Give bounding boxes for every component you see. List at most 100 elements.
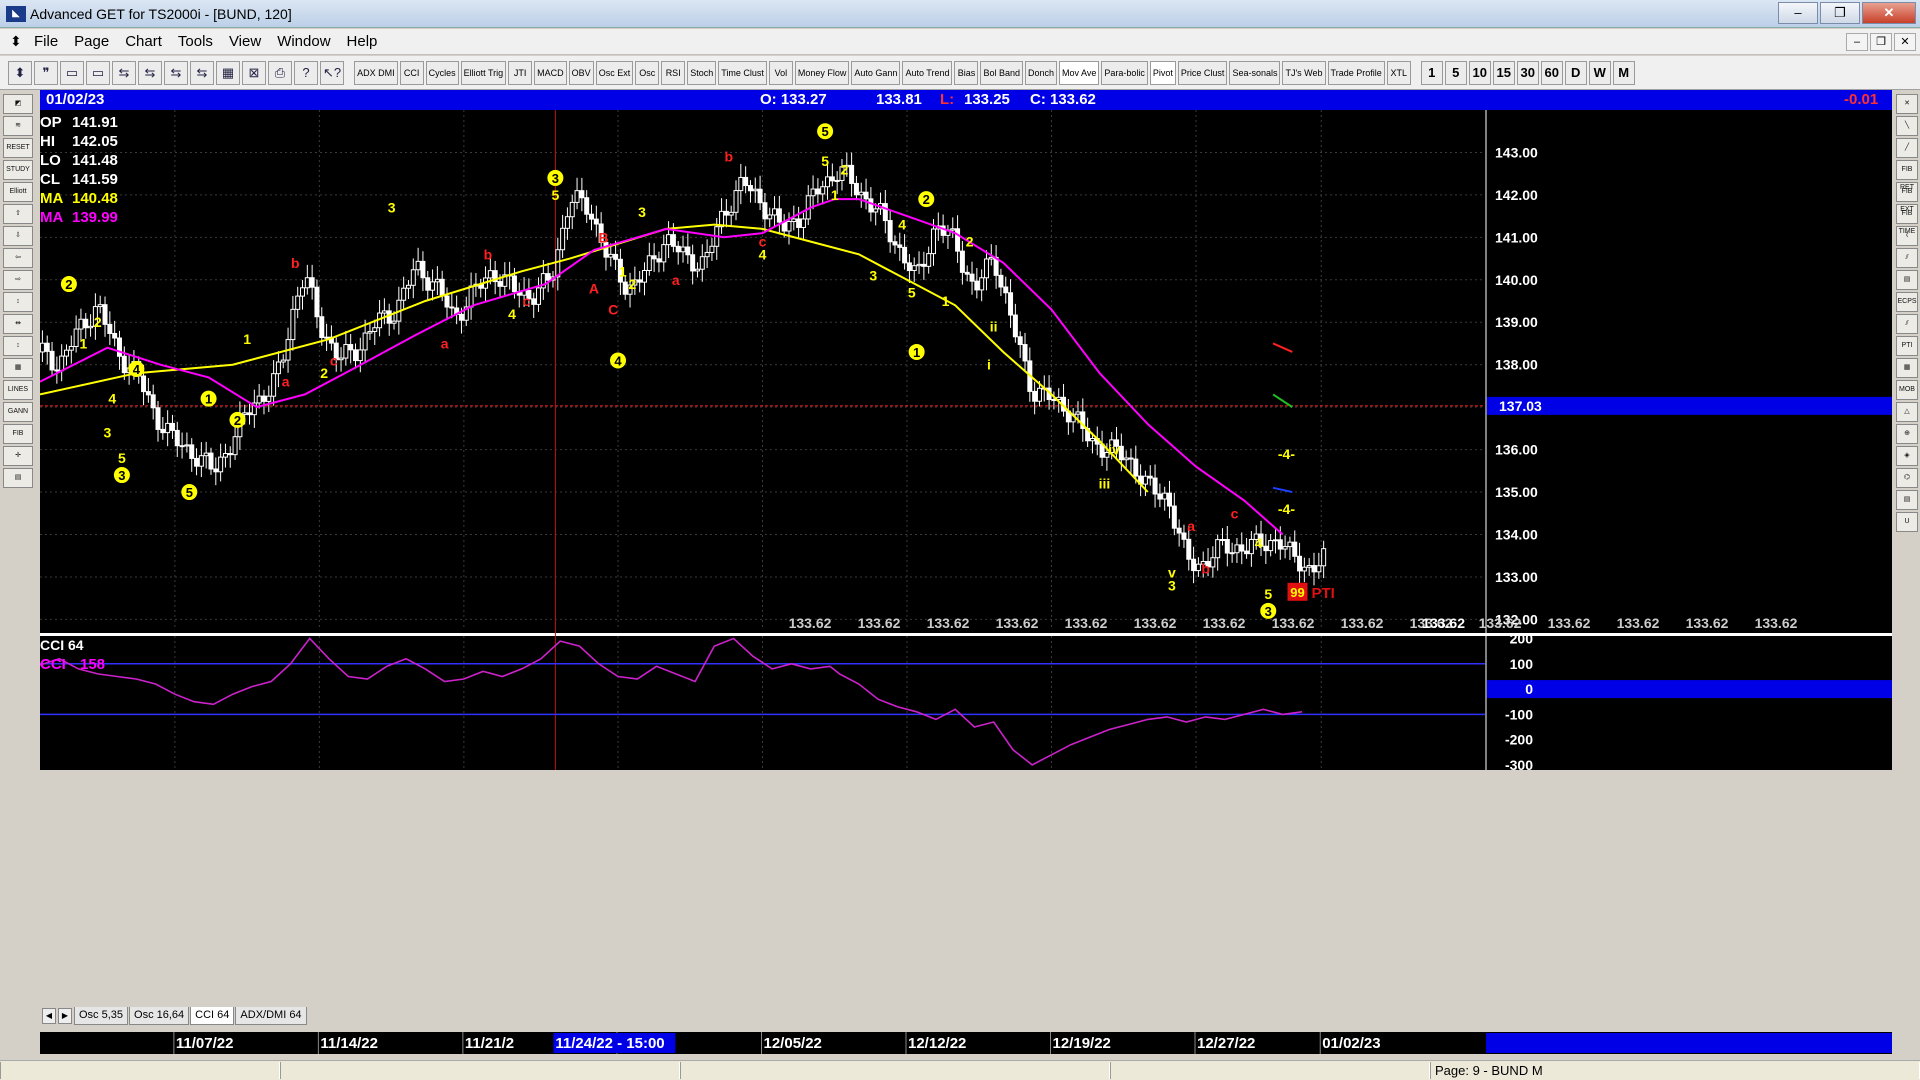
timeframe-button-60[interactable]: 60 <box>1540 60 1563 85</box>
right-tool-2[interactable]: ╱ <box>1896 138 1918 158</box>
study-button-20[interactable]: Para-bolic <box>1101 60 1148 85</box>
study-button-21[interactable]: Pivot <box>1149 60 1176 85</box>
right-tool-7[interactable]: ⫽ <box>1896 248 1918 268</box>
menu-file[interactable]: File <box>26 33 66 50</box>
menu-view[interactable]: View <box>221 33 269 50</box>
toolbar-icon-2[interactable]: ▭ <box>60 60 84 85</box>
right-tool-12[interactable]: ▦ <box>1896 358 1918 378</box>
left-tool-15[interactable]: FIB <box>3 424 33 444</box>
left-tool-9[interactable]: ↕ <box>3 292 33 312</box>
left-tool-1[interactable]: ≋ <box>3 116 33 136</box>
study-button-10[interactable]: Stoch <box>687 60 717 85</box>
right-tool-1[interactable]: ╲ <box>1896 116 1918 136</box>
study-button-7[interactable]: Osc Ext <box>595 60 634 85</box>
toolbar-icon-7[interactable]: ⇆ <box>190 60 214 85</box>
study-button-1[interactable]: CCI <box>399 60 424 85</box>
study-button-22[interactable]: Price Clust <box>1177 60 1228 85</box>
study-button-26[interactable]: XTL <box>1386 60 1411 85</box>
left-tool-6[interactable]: ⇩ <box>3 226 33 246</box>
right-tool-18[interactable]: ▤ <box>1896 490 1918 510</box>
right-tool-13[interactable]: MOB <box>1896 380 1918 400</box>
timeframe-button-10[interactable]: 10 <box>1468 60 1491 85</box>
toolbar-icon-9[interactable]: ⊠ <box>242 60 266 85</box>
menu-help[interactable]: Help <box>339 33 386 50</box>
tab-scroll-left[interactable]: ◀ <box>42 1008 56 1024</box>
left-tool-4[interactable]: Elliott <box>3 182 33 202</box>
mdi-minimize-button[interactable]: – <box>1846 33 1868 51</box>
toolbar-icon-6[interactable]: ⇆ <box>164 60 188 85</box>
study-button-19[interactable]: Mov Ave <box>1059 60 1100 85</box>
close-button[interactable]: ✕ <box>1862 2 1916 24</box>
study-button-16[interactable]: Bias <box>954 60 979 85</box>
left-tool-13[interactable]: LINES <box>3 380 33 400</box>
left-tool-16[interactable]: ✛ <box>3 446 33 466</box>
left-tool-11[interactable]: ↕ <box>3 336 33 356</box>
timeframe-button-W[interactable]: W <box>1588 60 1611 85</box>
toolbar-icon-12[interactable]: ↖? <box>320 60 345 85</box>
timeframe-button-15[interactable]: 15 <box>1492 60 1515 85</box>
left-tool-0[interactable]: ◩ <box>3 94 33 114</box>
menu-chart[interactable]: Chart <box>117 33 170 50</box>
menu-tools[interactable]: Tools <box>170 33 221 50</box>
document-icon[interactable]: ⬍ <box>10 33 26 50</box>
study-button-5[interactable]: MACD <box>534 60 567 85</box>
toolbar-icon-4[interactable]: ⇆ <box>112 60 136 85</box>
toolbar-icon-1[interactable]: ❞ <box>34 60 58 85</box>
tab-adx-dmi-64[interactable]: ADX/DMI 64 <box>235 1007 307 1025</box>
study-button-24[interactable]: TJ's Web <box>1282 60 1326 85</box>
timeframe-button-30[interactable]: 30 <box>1516 60 1539 85</box>
tab-cci-64[interactable]: CCI 64 <box>190 1007 235 1025</box>
toolbar-icon-8[interactable]: ▦ <box>216 60 240 85</box>
study-button-13[interactable]: Money Flow <box>794 60 850 85</box>
toolbar-icon-11[interactable]: ? <box>294 60 318 85</box>
left-tool-8[interactable]: ⇨ <box>3 270 33 290</box>
left-tool-17[interactable]: ▤ <box>3 468 33 488</box>
left-tool-3[interactable]: STUDY <box>3 160 33 180</box>
chart-panel[interactable]: 143.00 142.00 141.00 140.00 139.00 138.00 137.… <box>39 110 1892 773</box>
right-tool-3[interactable]: FIB RET <box>1896 160 1918 191</box>
left-tool-2[interactable]: RESET <box>3 138 33 158</box>
toolbar-icon-10[interactable]: ⎙ <box>268 60 292 85</box>
study-button-0[interactable]: ADX DMI <box>354 60 398 85</box>
study-button-17[interactable]: Bol Band <box>980 60 1023 85</box>
study-button-3[interactable]: Elliott Trig <box>460 60 507 85</box>
minimize-button[interactable]: – <box>1778 2 1818 24</box>
tab-osc-16-64[interactable]: Osc 16,64 <box>129 1007 190 1025</box>
menu-page[interactable]: Page <box>66 33 117 50</box>
chart-canvas[interactable]: 143.00 142.00 141.00 140.00 139.00 138.00 137.… <box>39 110 1892 773</box>
mdi-restore-button[interactable]: ❐ <box>1870 33 1892 51</box>
right-tool-8[interactable]: ▤ <box>1896 270 1918 290</box>
panel-divider[interactable] <box>40 633 1892 636</box>
right-tool-10[interactable]: ⫽ <box>1896 314 1918 334</box>
right-tool-17[interactable]: ⌬ <box>1896 468 1918 488</box>
timeframe-button-M[interactable]: M <box>1612 60 1635 85</box>
study-button-6[interactable]: OBV <box>568 60 594 85</box>
toolbar-icon-3[interactable]: ▭ <box>86 60 110 85</box>
right-tool-19[interactable]: U <box>1896 512 1918 532</box>
right-tool-14[interactable]: △ <box>1896 402 1918 422</box>
tab-scroll-right[interactable]: ▶ <box>58 1008 72 1024</box>
timeframe-button-D[interactable]: D <box>1564 60 1587 85</box>
left-tool-5[interactable]: ⇧ <box>3 204 33 224</box>
study-button-25[interactable]: Trade Profile <box>1327 60 1385 85</box>
menu-window[interactable]: Window <box>269 33 338 50</box>
right-tool-16[interactable]: ◈ <box>1896 446 1918 466</box>
study-button-8[interactable]: Osc <box>635 60 660 85</box>
study-button-15[interactable]: Auto Trend <box>902 60 953 85</box>
toolbar-icon-0[interactable]: ⬍ <box>8 60 32 85</box>
left-tool-7[interactable]: ⇦ <box>3 248 33 268</box>
study-button-9[interactable]: RSI <box>661 60 686 85</box>
right-tool-15[interactable]: ⊕ <box>1896 424 1918 444</box>
study-button-2[interactable]: Cycles <box>425 60 459 85</box>
right-tool-11[interactable]: PTI <box>1896 336 1918 356</box>
left-tool-14[interactable]: GANN <box>3 402 33 422</box>
study-button-11[interactable]: Time Clust <box>718 60 767 85</box>
study-button-12[interactable]: Vol <box>768 60 793 85</box>
maximize-button[interactable]: ❐ <box>1820 2 1860 24</box>
study-button-4[interactable]: JTI <box>508 60 533 85</box>
timeframe-button-5[interactable]: 5 <box>1444 60 1467 85</box>
study-button-23[interactable]: Sea-sonals <box>1229 60 1281 85</box>
left-tool-12[interactable]: ▦ <box>3 358 33 378</box>
mdi-close-button[interactable]: ✕ <box>1894 33 1916 51</box>
timeframe-button-1[interactable]: 1 <box>1420 60 1443 85</box>
